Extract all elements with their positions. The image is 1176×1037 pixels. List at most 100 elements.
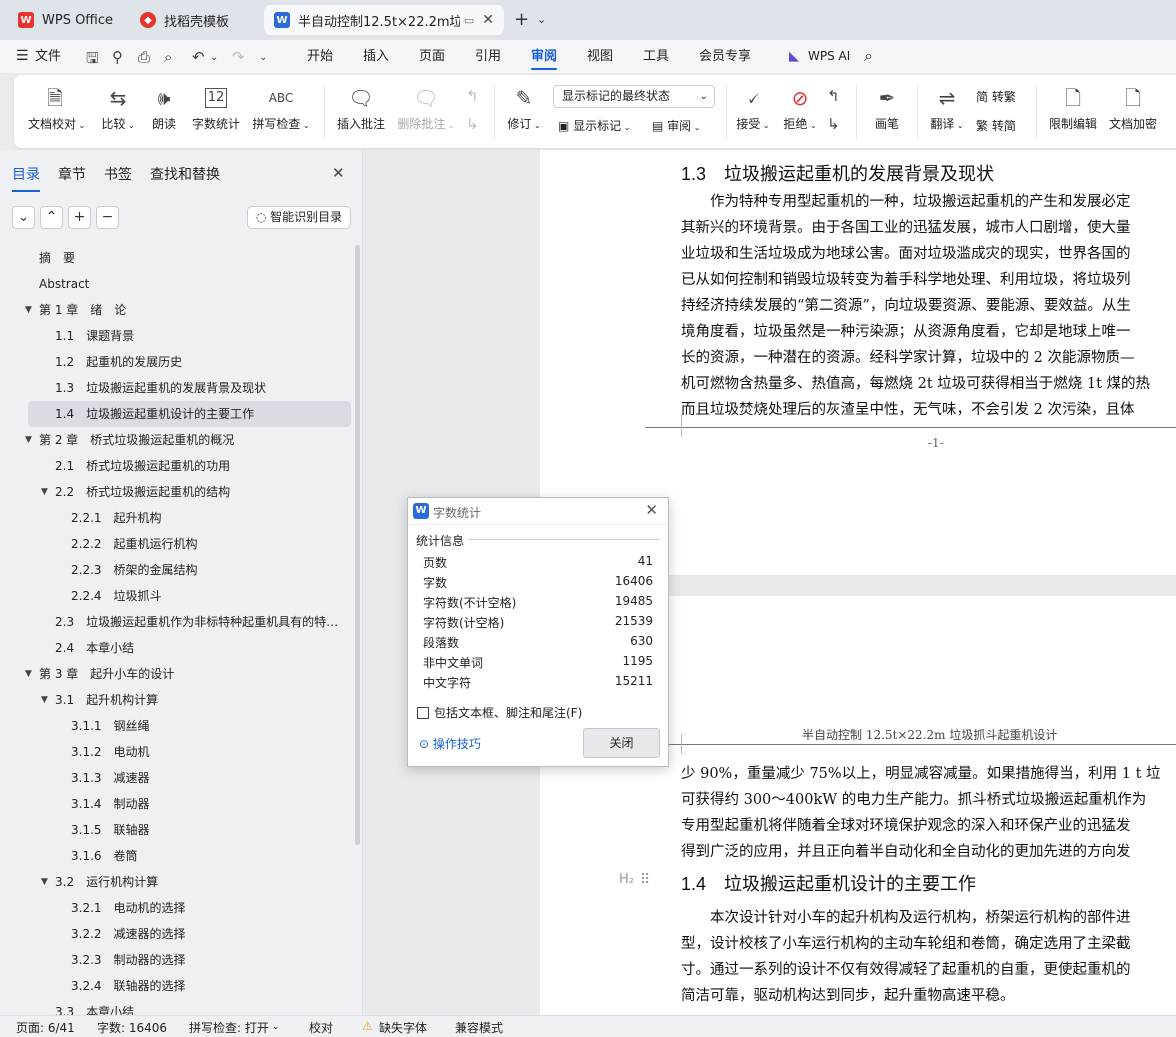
text-line[interactable]: 简洁可靠，驱动机构达到同步，起升重物高速平稳。 xyxy=(681,983,1015,1009)
trad-to-simp-button[interactable]: 繁 转简 xyxy=(976,117,1016,134)
close-icon[interactable]: ✕ xyxy=(645,501,658,519)
toc-item[interactable]: 3.3 本章小结 xyxy=(55,999,340,1015)
toc-item[interactable]: 2.2.1 起升机构 xyxy=(71,505,340,531)
tab-chapters[interactable]: 章节 xyxy=(58,164,86,192)
toc-item[interactable]: 3.2.4 联轴器的选择 xyxy=(71,973,340,999)
toc-item[interactable]: 3.2.2 减速器的选择 xyxy=(71,921,340,947)
next-change-icon[interactable]: ↳ xyxy=(827,115,840,133)
show-markup-button[interactable]: ▣ 显示标记 ⌄ xyxy=(558,117,630,134)
status-missing-font[interactable]: 缺失字体 xyxy=(379,1019,427,1036)
heading-1-3[interactable]: 1.3 垃圾搬运起重机的发展背景及现状 xyxy=(681,160,994,186)
toc-item[interactable]: 2.2.4 垃圾抓斗 xyxy=(71,583,340,609)
expand-button[interactable]: ⌃ xyxy=(40,206,63,229)
text-line[interactable]: 可获得约 300～400kW 的电力生产能力。抓斗桥式垃圾搬运起重机作为 xyxy=(681,787,1146,813)
close-icon[interactable]: ✕ xyxy=(482,12,494,28)
collapse-arrow-icon[interactable]: ▼ xyxy=(41,695,48,705)
text-line[interactable]: 专用型起重机将伴随着全球对环境保护观念的深入和环保产业的迅猛发 xyxy=(681,813,1131,839)
toc-item[interactable]: 3.1.5 联轴器 xyxy=(71,817,340,843)
read-aloud-button[interactable]: 🕪 朗读 xyxy=(149,85,179,132)
remove-heading-button[interactable]: − xyxy=(96,206,119,229)
close-icon[interactable]: ✕ xyxy=(332,164,345,182)
collapse-button[interactable]: ⌄ xyxy=(12,206,35,229)
restrict-edit-button[interactable]: 🗋 限制编辑 xyxy=(1048,85,1098,132)
text-line[interactable]: 少 90%，重量减少 75%以上，明显减容减量。如果措施得当，利用 1 t 垃 xyxy=(681,761,1161,787)
text-line[interactable]: 作为特种专用型起重机的一种，垃圾搬运起重机的产生和发展必定 xyxy=(681,189,1131,215)
collapse-arrow-icon[interactable]: ▼ xyxy=(25,305,32,315)
toc-item[interactable]: 2.2 桥式垃圾搬运起重机的结构 xyxy=(55,479,340,505)
toc-item[interactable]: 3.2 运行机构计算 xyxy=(55,869,340,895)
toc-item[interactable]: 3.1.6 卷筒 xyxy=(71,843,340,869)
menu-tools[interactable]: 工具 xyxy=(643,40,669,73)
review-pane-button[interactable]: ▤ 审阅 ⌄ xyxy=(652,117,700,134)
menu-file[interactable]: 文件 xyxy=(35,40,61,73)
toc-item[interactable]: 第 2 章 桥式垃圾搬运起重机的概况 xyxy=(39,427,340,453)
tab-toc[interactable]: 目录 xyxy=(12,164,40,192)
undo-icon[interactable]: ↶ xyxy=(192,48,205,66)
hamburger-icon[interactable]: ☰ xyxy=(16,48,29,64)
search-icon[interactable]: ⌕ xyxy=(864,46,873,66)
tips-link[interactable]: ⊙ 操作技巧 xyxy=(419,735,481,752)
toc-item[interactable]: 3.2.1 电动机的选择 xyxy=(71,895,340,921)
toc-item[interactable]: 摘 要 xyxy=(39,245,340,271)
toc-item[interactable]: Abstract xyxy=(39,271,340,297)
compare-button[interactable]: ⇆ 比较 ⌄ xyxy=(98,85,138,132)
simp-to-trad-button[interactable]: 简 转繁 xyxy=(976,88,1016,105)
drag-handle-icon[interactable]: ⠿ xyxy=(640,872,650,888)
toc-item[interactable]: 3.1.1 钢丝绳 xyxy=(71,713,340,739)
word-count-button[interactable]: 12 字数统计 xyxy=(190,85,242,132)
toc-item[interactable]: 2.4 本章小结 xyxy=(55,635,340,661)
toc-item[interactable]: 3.1.4 制动器 xyxy=(71,791,340,817)
text-line[interactable]: 持经济持续发展的“第二资源”，向垃圾要资源、要能源、要效益。从生 xyxy=(681,293,1131,319)
toc-item[interactable]: 3.1 起升机构计算 xyxy=(55,687,340,713)
collapse-arrow-icon[interactable]: ▼ xyxy=(41,487,48,497)
toc-item[interactable]: 1.3 垃圾搬运起重机的发展背景及现状 xyxy=(55,375,340,401)
toc-item[interactable]: 第 1 章 绪 论 xyxy=(39,297,340,323)
menu-member[interactable]: 会员专享 xyxy=(699,40,751,73)
menu-review[interactable]: 审阅 xyxy=(531,40,558,73)
monitor-icon[interactable]: ▭ xyxy=(464,14,474,27)
toc-item[interactable]: 1.4 垃圾搬运起重机设计的主要工作 xyxy=(55,401,340,427)
tab-document[interactable]: W 半自动控制12.5t×22.2m垃圾 ▭ ✕ xyxy=(264,5,504,35)
doc-check-button[interactable]: 🗎 文档校对 ⌄ xyxy=(28,85,85,132)
toc-item[interactable]: 2.2.3 桥架的金属结构 xyxy=(71,557,340,583)
close-button[interactable]: 关闭 xyxy=(583,728,660,758)
status-proof[interactable]: 校对 xyxy=(309,1019,333,1036)
print-icon[interactable]: ⎙ xyxy=(138,48,150,66)
spell-check-button[interactable]: ABC 拼写检查 ⌄ xyxy=(250,85,312,132)
toc-item[interactable]: 1.2 起重机的发展历史 xyxy=(55,349,340,375)
toc-scrollbar[interactable] xyxy=(355,245,360,845)
dialog-titlebar[interactable]: W 字数统计 ✕ xyxy=(408,498,668,525)
text-line[interactable]: 本次设计针对小车的起升机构及运行机构，桥架运行机构的部件进 xyxy=(681,905,1131,931)
undo-dropdown-icon[interactable]: ⌄ xyxy=(210,52,218,63)
insert-comment-button[interactable]: 🗨 插入批注 xyxy=(335,85,387,132)
text-line[interactable]: 机可燃物含热量多、热值高，每燃烧 2t 垃圾可获得相当于燃烧 1t 煤的热 xyxy=(681,371,1150,397)
text-line[interactable]: 业垃圾和生活垃圾成为地球公害。面对垃圾滥成灾的现实，世界各国的 xyxy=(681,241,1131,267)
text-line[interactable]: 其新兴的环境背景。由于各国工业的迅猛发展，城市人口剧增，使大量 xyxy=(681,215,1131,241)
text-line[interactable]: 长的资源，一种潜在的资源。经科学家计算，垃圾中的 2 次能源物质— xyxy=(681,345,1134,371)
collapse-arrow-icon[interactable]: ▼ xyxy=(25,435,32,445)
text-line[interactable]: 得到广泛的应用，并且正向着半自动化和全自动化的更加先进的方向发 xyxy=(681,839,1131,865)
text-line[interactable]: 型，设计校核了小车运行机构的主动车轮组和卷筒，确定选用了主梁截 xyxy=(681,931,1131,957)
accept-button[interactable]: 🗸 接受 ⌄ xyxy=(734,85,772,132)
toc-item[interactable]: 3.2.3 制动器的选择 xyxy=(71,947,340,973)
markup-dropdown[interactable]: 显示标记的最终状态 ⌄ xyxy=(553,85,715,108)
text-line[interactable]: 已从如何控制和销毁垃圾转变为着手科学地处理、利用垃圾，将垃圾列 xyxy=(681,267,1131,293)
menu-start[interactable]: 开始 xyxy=(307,40,333,73)
heading-1-4[interactable]: 1.4 垃圾搬运起重机设计的主要工作 xyxy=(681,870,976,896)
translate-button[interactable]: ⇌ 翻译 ⌄ xyxy=(928,85,966,132)
more-icon[interactable]: ⌄ xyxy=(259,52,267,63)
menu-reference[interactable]: 引用 xyxy=(475,40,501,73)
text-line[interactable]: 而且垃圾焚烧处理后的灰渣呈中性，无气味，不会引发 2 次污染，且体 xyxy=(681,397,1134,423)
doc-encrypt-button[interactable]: 🗋 文档加密 xyxy=(1108,85,1158,132)
status-page[interactable]: 页面: 6/41 xyxy=(16,1019,75,1036)
toc-item[interactable]: 第 3 章 起升小车的设计 xyxy=(39,661,340,687)
smart-toc-button[interactable]: ◌ 智能识别目录 xyxy=(247,206,351,229)
status-words[interactable]: 字数: 16406 xyxy=(97,1019,167,1036)
export-icon[interactable]: ⚲ xyxy=(112,48,123,66)
toc-item[interactable]: 2.3 垃圾搬运起重机作为非标特种起重机具有的特 ... xyxy=(55,609,340,635)
new-tab-icon[interactable]: + xyxy=(514,9,529,30)
save-icon[interactable]: 🖫 xyxy=(86,48,99,73)
tab-bookmarks[interactable]: 书签 xyxy=(104,164,132,192)
toc-item[interactable]: 3.1.3 减速器 xyxy=(71,765,340,791)
toc-item[interactable]: 2.2.2 起重机运行机构 xyxy=(71,531,340,557)
